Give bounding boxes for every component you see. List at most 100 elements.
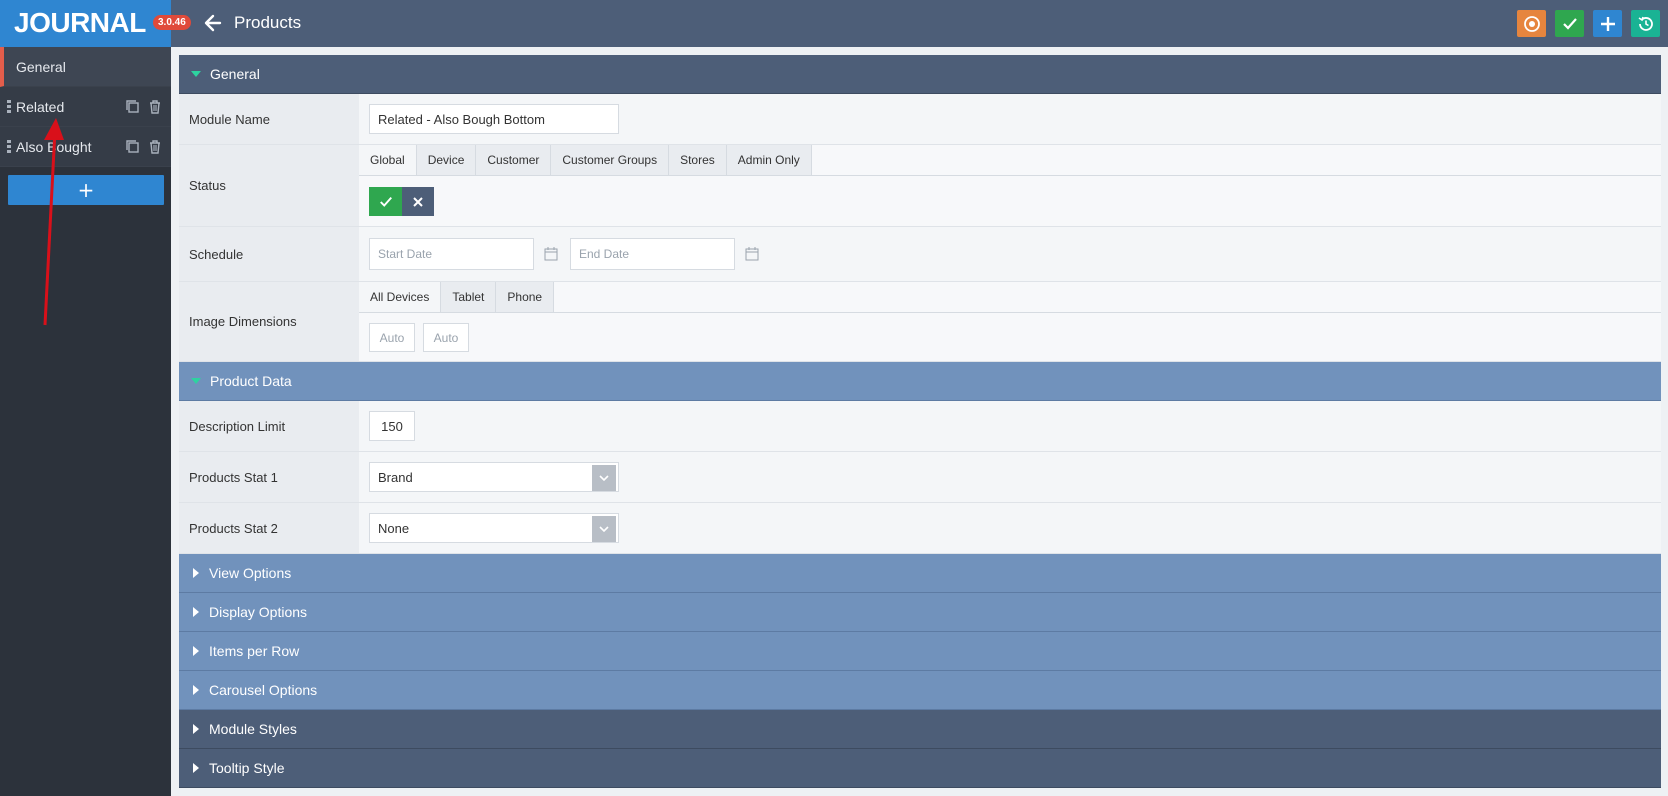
logo-area: JOURNAL 3.0.46 [0, 0, 191, 47]
section-title: Tooltip Style [209, 760, 285, 776]
select-value: Brand [378, 469, 413, 485]
placeholder-text: Auto [379, 330, 405, 345]
device-tabs: All Devices Tablet Phone [359, 282, 1661, 313]
caret-right-icon [193, 724, 199, 734]
caret-right-icon [193, 763, 199, 773]
module-name-row: Module Name Related - Also Bough Bottom [179, 94, 1661, 145]
section-general-header[interactable]: General [179, 55, 1661, 94]
back-arrow-icon[interactable] [203, 11, 223, 35]
check-icon [379, 196, 392, 207]
sidebar: General Related Also Bought + [0, 47, 171, 796]
calendar-icon[interactable] [745, 247, 759, 261]
plus-icon [1600, 16, 1615, 31]
save-button[interactable] [1555, 10, 1584, 37]
refresh-settings-button[interactable] [1517, 10, 1546, 37]
section-title: View Options [209, 565, 292, 581]
field-label: Image Dimensions [179, 282, 359, 361]
placeholder-text: Auto [433, 330, 459, 345]
close-icon [413, 196, 423, 207]
select-value: None [378, 520, 410, 536]
logo: JOURNAL [14, 7, 146, 38]
section-title: Items per Row [209, 643, 300, 659]
section-title: Module Styles [209, 721, 297, 737]
section-display-options-header[interactable]: Display Options [179, 593, 1661, 632]
module-name-input[interactable]: Related - Also Bough Bottom [369, 104, 619, 134]
sidebar-item-also-bought[interactable]: Also Bought [0, 127, 171, 167]
history-icon [1638, 16, 1653, 31]
tab-global[interactable]: Global [359, 145, 417, 175]
status-toggle [369, 187, 434, 216]
field-label: Products Stat 1 [179, 452, 359, 502]
products-stat1-select[interactable]: Brand [369, 462, 619, 492]
field-label: Module Name [179, 94, 359, 144]
section-view-options-header[interactable]: View Options [179, 554, 1661, 593]
section-title: General [210, 66, 260, 82]
field-label: Status [179, 145, 359, 226]
image-dimensions-row: Image Dimensions All Devices Tablet Phon… [179, 282, 1661, 362]
field-label: Products Stat 2 [179, 503, 359, 553]
section-title: Product Data [210, 373, 292, 389]
history-button[interactable] [1631, 10, 1660, 37]
image-width-input[interactable]: Auto [369, 323, 415, 352]
status-off-button[interactable] [402, 187, 434, 216]
schedule-row: Schedule Start Date End Date [179, 227, 1661, 282]
section-carousel-options-header[interactable]: Carousel Options [179, 671, 1661, 710]
caret-right-icon [193, 685, 199, 695]
top-bar: JOURNAL 3.0.46 Products [0, 0, 1668, 47]
tab-all-devices[interactable]: All Devices [359, 282, 442, 312]
status-on-button[interactable] [369, 187, 402, 216]
drag-handle-icon[interactable] [7, 100, 11, 114]
cog-refresh-icon [1523, 15, 1540, 32]
caret-down-icon [191, 378, 201, 384]
version-badge: 3.0.46 [153, 15, 191, 30]
placeholder-text: Start Date [378, 247, 433, 261]
products-stat1-row: Products Stat 1 Brand [179, 452, 1661, 503]
section-title: Display Options [209, 604, 308, 620]
section-product-data-header[interactable]: Product Data [179, 362, 1661, 401]
end-date-input[interactable]: End Date [570, 238, 735, 270]
tab-device[interactable]: Device [416, 145, 477, 175]
start-date-input[interactable]: Start Date [369, 238, 534, 270]
field-label: Schedule [179, 227, 359, 281]
drag-handle-icon[interactable] [7, 140, 11, 154]
tab-admin-only[interactable]: Admin Only [726, 145, 812, 175]
tab-phone[interactable]: Phone [496, 282, 555, 312]
status-tabs: Global Device Customer Customer Groups S… [359, 145, 1661, 176]
products-stat2-row: Products Stat 2 None [179, 503, 1661, 554]
description-limit-input[interactable]: 150 [369, 411, 415, 441]
chevron-down-icon [592, 465, 616, 491]
add-button[interactable] [1593, 10, 1622, 37]
placeholder-text: End Date [579, 247, 630, 261]
sidebar-item-label: General [16, 59, 66, 75]
annotation-arrow-icon [43, 118, 64, 326]
caret-right-icon [193, 646, 199, 656]
sidebar-item-related[interactable]: Related [0, 87, 171, 127]
copy-icon[interactable] [125, 99, 141, 115]
caret-right-icon [193, 607, 199, 617]
main-content: General Module Name Related - Also Bough… [179, 55, 1661, 788]
section-title: Carousel Options [209, 682, 318, 698]
tab-stores[interactable]: Stores [669, 145, 727, 175]
trash-icon[interactable] [147, 139, 163, 155]
status-row: Status Global Device Customer Customer G… [179, 145, 1661, 227]
image-height-input[interactable]: Auto [423, 323, 469, 352]
section-items-per-row-header[interactable]: Items per Row [179, 632, 1661, 671]
tab-tablet[interactable]: Tablet [441, 282, 497, 312]
tab-customer[interactable]: Customer [476, 145, 552, 175]
dimension-inputs: Auto Auto [369, 323, 469, 352]
sidebar-item-general[interactable]: General [0, 47, 171, 87]
chevron-down-icon [592, 516, 616, 542]
products-stat2-select[interactable]: None [369, 513, 619, 543]
tab-customer-groups[interactable]: Customer Groups [551, 145, 670, 175]
caret-down-icon [191, 71, 201, 77]
field-label: Description Limit [179, 401, 359, 451]
trash-icon[interactable] [147, 99, 163, 115]
caret-right-icon [193, 568, 199, 578]
section-tooltip-style-header[interactable]: Tooltip Style [179, 749, 1661, 788]
calendar-icon[interactable] [544, 247, 558, 261]
check-icon [1562, 17, 1577, 30]
description-limit-row: Description Limit 150 [179, 401, 1661, 452]
page-title: Products [234, 13, 302, 32]
copy-icon[interactable] [125, 139, 141, 155]
section-module-styles-header[interactable]: Module Styles [179, 710, 1661, 749]
